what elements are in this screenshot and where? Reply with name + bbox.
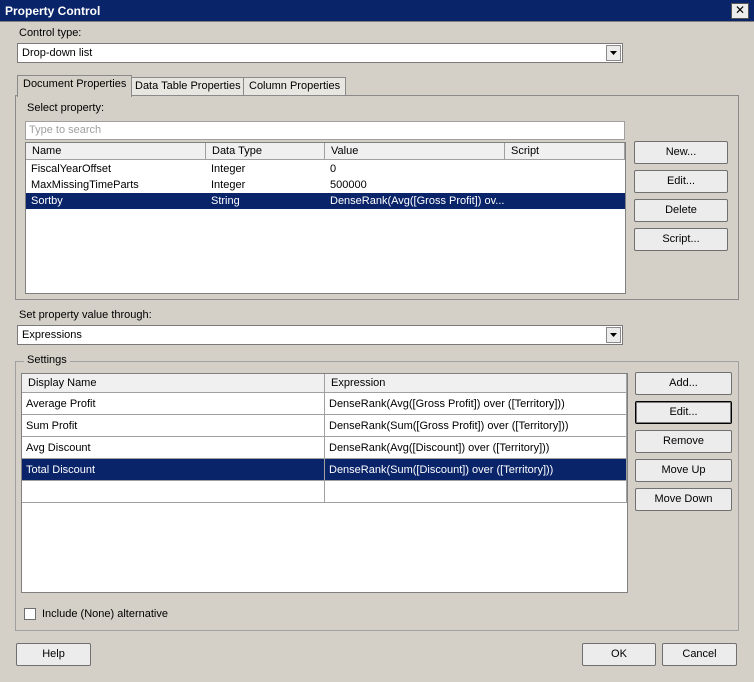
cell-data-type: String xyxy=(211,195,240,207)
cell-name: Sortby xyxy=(31,195,63,207)
cell-data-type: Integer xyxy=(211,163,246,175)
tab-column-properties[interactable]: Column Properties xyxy=(243,77,347,96)
move-up-button[interactable]: Move Up xyxy=(635,459,732,482)
cell-name: MaxMissingTimeParts xyxy=(31,179,139,191)
window-title-bar: Property Control xyxy=(0,0,754,22)
settings-group-label: Settings xyxy=(24,354,70,366)
cell-value: 0 xyxy=(330,163,337,175)
chevron-down-icon[interactable] xyxy=(606,45,621,61)
chevron-down-icon[interactable] xyxy=(606,327,621,343)
table-row[interactable]: MaxMissingTimeParts Integer 500000 xyxy=(26,177,625,193)
tab-document-properties[interactable]: Document Properties xyxy=(17,75,133,97)
grid-cell-expression-selected[interactable]: DenseRank(Sum([Discount]) over ([Territo… xyxy=(325,459,627,481)
include-none-label: Include (None) alternative xyxy=(42,608,168,620)
grid-cell-expression[interactable]: DenseRank(Sum([Gross Profit]) over ([Ter… xyxy=(325,415,627,437)
cell-value: 500000 xyxy=(330,179,367,191)
grid-cell-expression[interactable]: DenseRank(Avg([Gross Profit]) over ([Ter… xyxy=(325,393,627,415)
ok-button[interactable]: OK xyxy=(582,643,656,666)
column-header-name[interactable]: Name xyxy=(26,143,206,160)
cancel-button[interactable]: Cancel xyxy=(662,643,737,666)
delete-button[interactable]: Delete xyxy=(634,199,728,222)
control-type-label: Control type: xyxy=(19,27,82,39)
grid-cell-display[interactable]: Avg Discount xyxy=(22,437,325,459)
move-down-button[interactable]: Move Down xyxy=(635,488,732,511)
table-row[interactable]: FiscalYearOffset Integer 0 xyxy=(26,161,625,177)
checkbox-icon[interactable] xyxy=(24,608,36,620)
tab-data-table-properties[interactable]: Data Table Properties xyxy=(129,77,247,96)
cell-data-type: Integer xyxy=(211,179,246,191)
grid-cell-display[interactable]: Sum Profit xyxy=(22,415,325,437)
grid-cell-expression[interactable]: DenseRank(Avg([Discount]) over ([Territo… xyxy=(325,437,627,459)
grid-cell-display[interactable]: Average Profit xyxy=(22,393,325,415)
window-title: Property Control xyxy=(5,4,101,18)
search-input[interactable] xyxy=(26,122,601,138)
cell-name: FiscalYearOffset xyxy=(31,163,112,175)
search-field[interactable] xyxy=(25,121,625,140)
set-value-label: Set property value through: xyxy=(19,309,152,321)
properties-list[interactable]: Name Data Type Value Script FiscalYearOf… xyxy=(25,142,626,294)
column-header-display-name[interactable]: Display Name xyxy=(22,374,325,393)
set-value-value: Expressions xyxy=(22,329,82,341)
control-type-value: Drop-down list xyxy=(22,47,93,59)
settings-grid[interactable]: Display Name Expression Average Profit D… xyxy=(21,373,628,593)
grid-cell-empty[interactable] xyxy=(325,481,627,503)
close-icon[interactable]: ✕ xyxy=(731,3,749,19)
column-header-expression[interactable]: Expression xyxy=(325,374,627,393)
grid-cell-display-selected[interactable]: Total Discount xyxy=(22,459,325,481)
new-button[interactable]: New... xyxy=(634,141,728,164)
remove-button[interactable]: Remove xyxy=(635,430,732,453)
edit-setting-button[interactable]: Edit... xyxy=(635,401,732,424)
add-button[interactable]: Add... xyxy=(635,372,732,395)
column-header-script[interactable]: Script xyxy=(505,143,625,160)
edit-property-button[interactable]: Edit... xyxy=(634,170,728,193)
script-button[interactable]: Script... xyxy=(634,228,728,251)
select-property-label: Select property: xyxy=(27,102,105,114)
help-button[interactable]: Help xyxy=(16,643,91,666)
table-row-selected[interactable]: Sortby String DenseRank(Avg([Gross Profi… xyxy=(26,193,625,209)
set-value-dropdown[interactable]: Expressions xyxy=(17,325,623,345)
grid-cell-empty[interactable] xyxy=(22,481,325,503)
cell-value: DenseRank(Avg([Gross Profit]) ov... xyxy=(330,195,505,207)
column-header-data-type[interactable]: Data Type xyxy=(206,143,325,160)
control-type-dropdown[interactable]: Drop-down list xyxy=(17,43,623,63)
column-header-value[interactable]: Value xyxy=(325,143,505,160)
